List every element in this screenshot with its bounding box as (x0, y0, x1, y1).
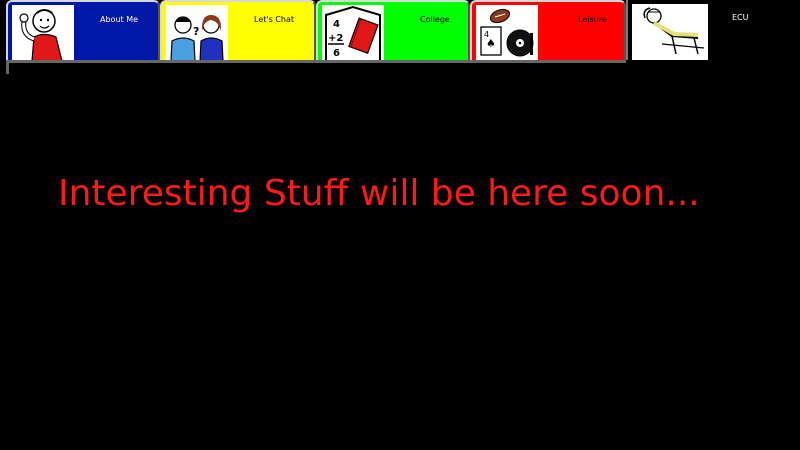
tab-college[interactable]: 4 +2 6 College (316, 0, 470, 60)
tab-leisure-label: Leisure (578, 15, 607, 24)
math-book-icon: 4 +2 6 (322, 5, 384, 60)
tab-lets-chat-label: Let's Chat (254, 15, 294, 24)
tab-ecu[interactable]: ECU (626, 0, 776, 60)
tab-college-label: College (420, 15, 450, 24)
two-people-talking-icon: ? (166, 5, 228, 60)
coming-soon-message: Interesting Stuff will be here soon... (58, 173, 700, 214)
tab-bar: About Me ? Let's Chat 4 +2 6 College 4 ♠… (0, 0, 800, 74)
tab-bar-edge (6, 60, 9, 74)
svg-text:?: ? (193, 25, 199, 38)
svg-text:♠: ♠ (486, 37, 496, 50)
svg-text:+2: +2 (328, 33, 343, 44)
tab-about-me-label: About Me (100, 15, 139, 24)
tab-bar-divider (6, 60, 626, 63)
app-window: About Me ? Let's Chat 4 +2 6 College 4 ♠… (0, 0, 800, 450)
person-waving-icon (12, 5, 74, 60)
tab-ecu-label: ECU (732, 13, 749, 22)
games-music-icon: 4 ♠ (476, 5, 538, 60)
relaxing-person-icon (632, 4, 708, 60)
svg-text:6: 6 (333, 48, 340, 59)
svg-text:4: 4 (333, 19, 340, 30)
tab-lets-chat[interactable]: ? Let's Chat (160, 0, 316, 60)
tab-about-me[interactable]: About Me (6, 0, 160, 60)
tab-leisure[interactable]: 4 ♠ Leisure (470, 0, 626, 60)
